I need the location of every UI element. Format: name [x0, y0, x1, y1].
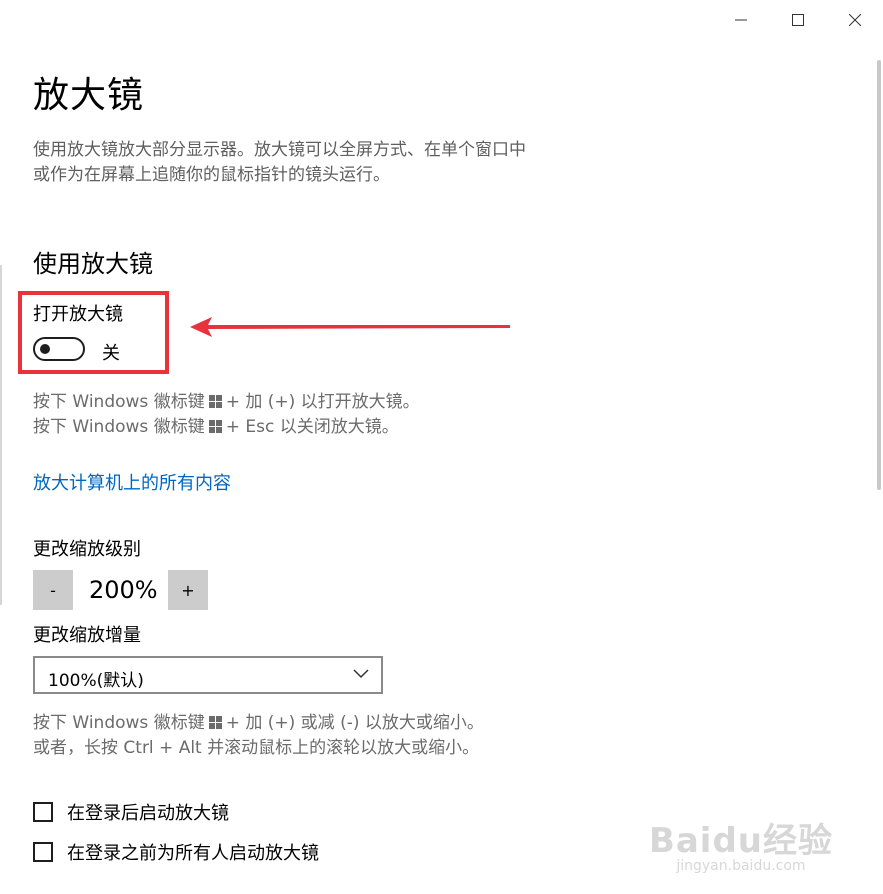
- start-before-signin-checkbox[interactable]: 在登录之前为所有人启动放大镜: [33, 839, 319, 865]
- annotation-arrow: [190, 317, 510, 337]
- hint-zoom-suffix: + 加 (+) 或减 (-) 以放大或缩小。: [225, 713, 484, 733]
- hint-open: 按下 Windows 徽标键 + 加 (+) 以打开放大镜。: [33, 390, 420, 415]
- zoom-increment-value: 100%(默认): [48, 671, 144, 691]
- hint-close-prefix: 按下 Windows 徽标键: [33, 417, 205, 437]
- watermark: Baidu经验 jingyan.baidu.com: [649, 813, 833, 874]
- section-heading: 使用放大镜: [33, 250, 153, 278]
- hint-close: 按下 Windows 徽标键 + Esc 以关闭放大镜。: [33, 415, 399, 440]
- hint-open-prefix: 按下 Windows 徽标键: [33, 392, 205, 412]
- zoom-increment-label: 更改缩放增量: [33, 625, 141, 646]
- window-edge: [0, 265, 2, 605]
- watermark-logo: Baidu经验: [648, 821, 833, 861]
- hint-zoom: 按下 Windows 徽标键 + 加 (+) 或减 (-) 以放大或缩小。: [33, 711, 484, 736]
- page-description: 使用放大镜放大部分显示器。放大镜可以全屏方式、在单个窗口中 或作为在屏幕上追随你…: [33, 138, 593, 188]
- maximize-icon: [791, 14, 804, 26]
- zoom-level-value: 200%: [89, 576, 158, 604]
- close-icon: [848, 14, 861, 26]
- windows-logo-icon: [208, 420, 222, 433]
- description-line-2: 或作为在屏幕上追随你的鼠标指针的镜头运行。: [33, 165, 390, 185]
- page-title: 放大镜: [33, 75, 145, 116]
- checkbox-label: 在登录之前为所有人启动放大镜: [67, 843, 319, 864]
- window-controls: [712, 0, 883, 40]
- close-button[interactable]: [826, 0, 883, 40]
- hint-close-suffix: + Esc 以关闭放大镜。: [225, 417, 399, 437]
- zoom-in-button[interactable]: +: [168, 570, 208, 610]
- maximize-button[interactable]: [769, 0, 826, 40]
- hint-scroll: 或者，长按 Ctrl + Alt 并滚动鼠标上的滚轮以放大或缩小。: [33, 738, 480, 758]
- toggle-label: 打开放大镜: [33, 304, 123, 325]
- zoom-out-button[interactable]: -: [33, 570, 73, 610]
- checkbox-box[interactable]: [33, 802, 53, 822]
- hint-open-suffix: + 加 (+) 以打开放大镜。: [225, 392, 420, 412]
- toggle-state: 关: [102, 343, 120, 364]
- minimize-button[interactable]: [712, 0, 769, 40]
- zoom-level-label: 更改缩放级别: [33, 539, 141, 560]
- start-after-signin-checkbox[interactable]: 在登录后启动放大镜: [33, 799, 229, 825]
- description-line-1: 使用放大镜放大部分显示器。放大镜可以全屏方式、在单个窗口中: [33, 140, 526, 160]
- watermark-url: jingyan.baidu.com: [676, 858, 806, 874]
- chevron-down-icon: [353, 669, 369, 679]
- magnifier-toggle[interactable]: [33, 337, 85, 361]
- magnify-everything-link[interactable]: 放大计算机上的所有内容: [33, 469, 231, 495]
- scrollbar[interactable]: [877, 60, 881, 490]
- checkbox-label: 在登录后启动放大镜: [67, 803, 229, 824]
- zoom-increment-select[interactable]: 100%(默认): [33, 656, 383, 694]
- checkbox-box[interactable]: [33, 842, 53, 862]
- minimize-icon: [734, 19, 747, 21]
- windows-logo-icon: [208, 716, 222, 729]
- toggle-knob: [40, 344, 50, 354]
- hint-zoom-prefix: 按下 Windows 徽标键: [33, 713, 205, 733]
- windows-logo-icon: [208, 395, 222, 408]
